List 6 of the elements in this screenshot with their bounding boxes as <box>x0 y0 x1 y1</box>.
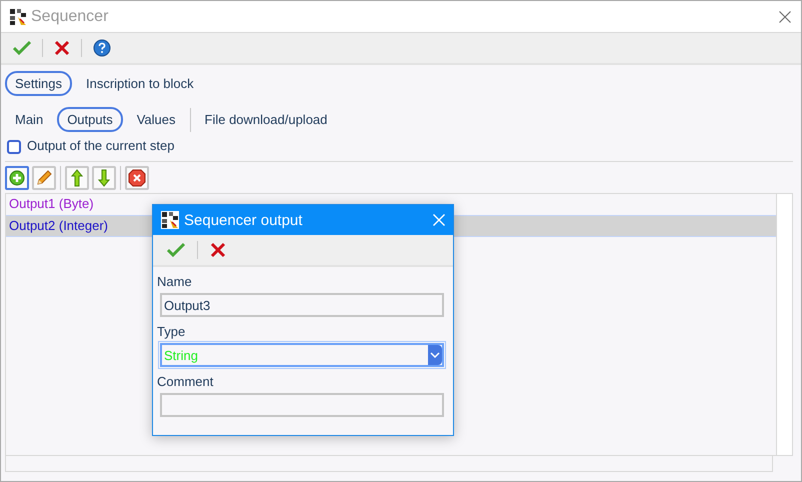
dialog-title: Sequencer output <box>184 212 304 228</box>
field-label: Comment <box>157 373 214 391</box>
window-title: Sequencer <box>31 8 110 26</box>
field-label: Name <box>157 273 193 291</box>
checkbox-label: Output of the current step <box>27 138 174 152</box>
field-label: Type <box>157 323 186 341</box>
